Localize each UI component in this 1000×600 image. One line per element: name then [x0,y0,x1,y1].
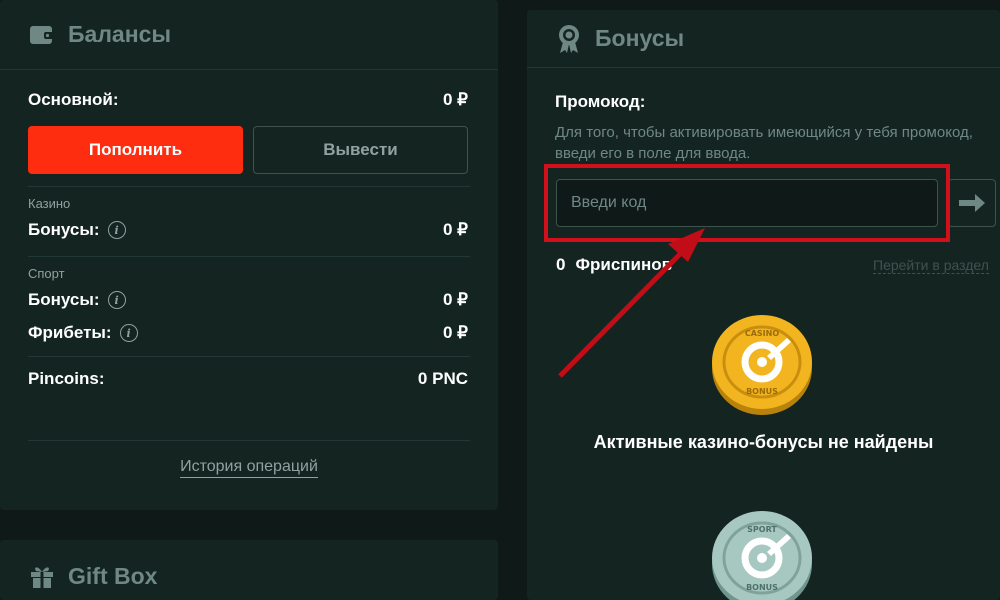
divider [28,356,470,357]
promo-hint: Для того, чтобы активировать имеющийся у… [555,124,973,162]
bonuses-title: Бонусы [595,25,685,51]
divider [28,440,470,441]
freespins-row: 0 Фриспинов [556,255,672,275]
sport-bonus-row: Бонусы: i 0 ₽ [28,290,468,310]
deposit-button[interactable]: Пополнить [28,126,243,174]
promo-label: Промокод: [555,92,646,111]
info-icon[interactable]: i [119,324,138,342]
history-link[interactable]: История операций [180,458,318,478]
casino-coin-icon: CASINO BONUS [712,315,812,415]
freebets-label: Фрибеты: [28,323,112,342]
casino-bonus-value: 0 ₽ [443,220,468,239]
pincoins-value: 0 PNC [417,369,468,388]
casino-bonus-row: Бонусы: i 0 ₽ [28,220,468,240]
main-balance-value: 0 ₽ [443,90,468,109]
balances-panel: Балансы Основной: 0 ₽ Пополнить Вывести … [0,0,498,510]
casino-caption: Казино [28,196,71,211]
divider [28,186,470,187]
award-icon [555,24,583,53]
main-balance-row: Основной: 0 ₽ [28,90,468,110]
pincoins-label: Pincoins: [28,369,105,388]
svg-text:SPORT: SPORT [747,525,777,534]
svg-text:BONUS: BONUS [746,387,778,396]
freespins-count: 0 [556,255,566,274]
freebets-value: 0 ₽ [443,323,468,342]
sport-bonus-value: 0 ₽ [443,290,468,309]
sport-caption: Спорт [28,266,65,281]
arrow-right-icon [959,194,985,212]
main-balance-label: Основной: [28,90,119,109]
giftbox-title: Gift Box [68,562,158,589]
bonuses-header: Бонусы [527,10,1000,68]
withdraw-button[interactable]: Вывести [253,126,468,174]
pincoins-row: Pincoins: 0 PNC [28,369,468,389]
history-link-wrap: История операций [0,458,498,478]
balances-header: Балансы [0,0,498,70]
gift-icon [28,562,56,590]
wallet-icon [28,21,56,49]
bonuses-panel: Бонусы Промокод: Для того, чтобы активир… [527,10,1000,600]
giftbox-header: Gift Box [0,540,498,600]
freespins-label: Фриспинов [575,255,673,274]
balances-title: Балансы [68,21,172,47]
casino-bonus-label: Бонусы: [28,220,100,239]
sport-coin-icon: SPORT BONUS [712,511,812,600]
goto-section-link[interactable]: Перейти в раздел [873,257,989,274]
svg-text:CASINO: CASINO [745,329,779,338]
svg-text:BONUS: BONUS [746,583,778,592]
info-icon[interactable]: i [107,291,126,309]
divider [28,256,470,257]
freebets-row: Фрибеты: i 0 ₽ [28,323,468,343]
promo-highlight-box [544,164,950,242]
promo-submit-button[interactable] [948,179,996,227]
giftbox-panel: Gift Box [0,540,498,600]
info-icon[interactable]: i [107,221,126,239]
no-casino-bonuses-text: Активные казино-бонусы не найдены [593,432,934,452]
sport-bonus-label: Бонусы: [28,290,100,309]
